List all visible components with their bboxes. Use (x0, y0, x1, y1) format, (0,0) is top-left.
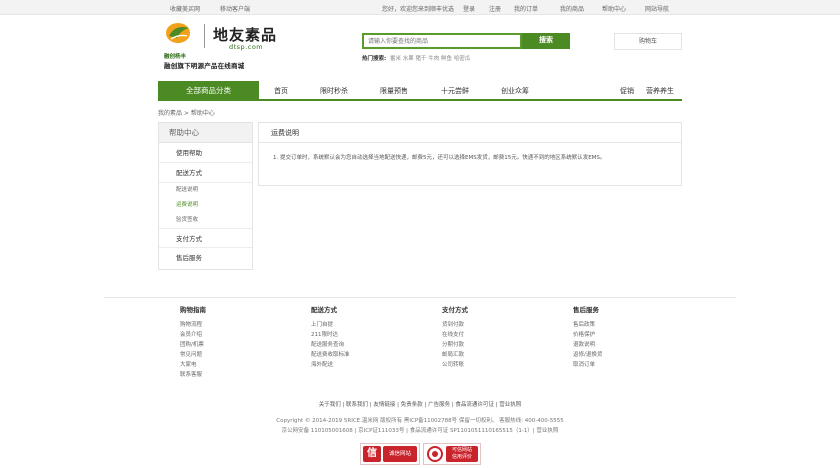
hot-search-label: 热门搜索: (362, 56, 387, 62)
credit-seal-icon: 信 (363, 446, 381, 462)
footer-link[interactable]: 返修/退换货 (573, 350, 602, 360)
login-link[interactable]: 登录 (463, 4, 475, 13)
footer-link[interactable]: 在线支付 (442, 330, 468, 340)
footer-link[interactable]: 分期付款 (442, 340, 468, 350)
sidebar-item-delivery[interactable]: 配送方式 (159, 163, 252, 183)
footer-col-after-sales: 售后服务 售后政策 价格保护 退款说明 返修/退换货 取消订单 (573, 304, 602, 370)
logo-domain: dtsp.com (229, 43, 264, 51)
footer-col-payment: 支付方式 货到付款 在线支付 分期付款 邮局汇款 公司转账 (442, 304, 468, 370)
hot-keyword[interactable]: 猪干 (415, 56, 426, 62)
nav-item-nutrition[interactable]: 营养养生 (646, 86, 674, 96)
copyright-line-2: 京公网安备 110105001608 | 京ICP证111033号 | 食品流通… (281, 428, 559, 434)
footer-link[interactable]: 团购/机票 (180, 340, 206, 350)
breadcrumb: 我的素品 > 帮助中心 (158, 110, 215, 117)
footer-col-title: 购物指南 (180, 306, 206, 314)
sidebar-subitem-delivery-info[interactable]: 配送说明 (159, 183, 252, 198)
nav-item-ten-yuan[interactable]: 十元尝鲜 (441, 86, 469, 96)
site-nav-link[interactable]: 网站导航 (645, 4, 669, 13)
badge-label-line: 可信网站 (451, 447, 472, 453)
hot-keyword[interactable]: 番米 (390, 56, 401, 62)
footer-col-title: 售后服务 (573, 306, 599, 314)
search-box (362, 33, 522, 49)
search-input[interactable] (364, 35, 520, 47)
nav-item-flash-sale[interactable]: 限时秒杀 (320, 86, 348, 96)
top-bar: 收藏美买网 移动客户端 您好，欢迎您来到顺丰优选 登录 注册 我的订单 我的商品… (0, 0, 840, 15)
footer-links[interactable]: 关于我们 | 联系我们 | 友情链接 | 免责条款 | 广告服务 | 食品流通许… (0, 400, 840, 408)
main-nav: 全部商品分类 首页 限时秒杀 限量预售 十元尝鲜 创业众筹 促销 营养养生 (158, 81, 682, 101)
cart-button[interactable]: 购物车 (614, 33, 682, 50)
register-link[interactable]: 注册 (489, 4, 501, 13)
footer-link[interactable]: 常见问题 (180, 350, 206, 360)
help-sidebar: 帮助中心 使用帮助 配送方式 配送说明 运费说明 验货签收 支付方式 售后服务 (158, 122, 253, 270)
footer-link[interactable]: 配送服务查询 (311, 340, 350, 350)
hot-keyword[interactable]: 水果 (403, 56, 414, 62)
logo-script: 地友素品 (213, 26, 278, 44)
footer-col-title: 支付方式 (442, 306, 468, 314)
footer-link[interactable]: 上门自提 (311, 320, 350, 330)
nav-item-promotion[interactable]: 促销 (620, 86, 634, 96)
copyright-line-1: Copyright © 2014-2019 5RICE.温米网 版权所有 黑IC… (276, 418, 564, 424)
footer-link[interactable]: 货到付款 (442, 320, 468, 330)
nav-item-crowdfunding[interactable]: 创业众筹 (501, 86, 529, 96)
footer-link[interactable]: 价格保护 (573, 330, 602, 340)
sidebar-subitem-inspection[interactable]: 验货签收 (159, 213, 252, 228)
badge-label-line: 信用评价 (451, 454, 472, 460)
sidebar-subitem-shipping-fee[interactable]: 运费说明 (159, 198, 252, 213)
trust-ring-icon (427, 446, 443, 462)
footer-divider (104, 297, 736, 298)
content-title: 运费说明 (259, 123, 681, 143)
footer-link[interactable]: 大家电 (180, 360, 206, 370)
site-logo[interactable]: 融创杨丰 融创旗下明源产品在线商城 地友素品 dtsp.com (163, 22, 303, 72)
hot-keyword[interactable]: 牛肉 (428, 56, 439, 62)
hot-keyword[interactable]: 哈密瓜 (454, 56, 471, 62)
trust-badge-credible-site[interactable]: 信 诚信网站 (360, 443, 420, 465)
nav-item-presale[interactable]: 限量预售 (380, 86, 408, 96)
my-account-link[interactable]: 我的商品 (560, 4, 584, 13)
footer-link[interactable]: 邮局汇款 (442, 350, 468, 360)
sidebar-title: 帮助中心 (159, 123, 252, 143)
welcome-text: 您好，欢迎您来到顺丰优选 (382, 6, 455, 13)
sidebar-item-payment[interactable]: 支付方式 (159, 228, 252, 248)
all-categories-button[interactable]: 全部商品分类 (158, 81, 259, 101)
footer-link[interactable]: 会员介绍 (180, 330, 206, 340)
footer-link[interactable]: 海外配送 (311, 360, 350, 370)
footer-link[interactable]: 联系客服 (180, 370, 206, 380)
content-panel: 运费说明 1. 提交订单时，系统默认会为您自动选择当地配送快递，邮费5元，还可以… (258, 122, 682, 186)
footer-link[interactable]: 公司转账 (442, 360, 468, 370)
footer-link[interactable]: 211限时达 (311, 330, 350, 340)
help-center-link[interactable]: 帮助中心 (602, 4, 626, 13)
favorite-link[interactable]: 收藏美买网 (170, 4, 200, 13)
trust-badge-trusted-site[interactable]: 可信网站 信用评价 (423, 443, 481, 465)
logo-slogan: 融创旗下明源产品在线商城 (164, 62, 245, 70)
nav-item-home[interactable]: 首页 (274, 86, 288, 96)
logo-divider (204, 24, 205, 48)
my-orders-link[interactable]: 我的订单 (514, 4, 538, 13)
logo-emblem-icon (166, 23, 190, 43)
badge-label: 诚信网站 (383, 446, 417, 462)
footer-link[interactable]: 购物流程 (180, 320, 206, 330)
footer-link[interactable]: 退款说明 (573, 340, 602, 350)
sidebar-item-usage-help[interactable]: 使用帮助 (159, 143, 252, 163)
footer-col-title: 配送方式 (311, 306, 337, 314)
footer-link[interactable]: 取消订单 (573, 360, 602, 370)
footer-link[interactable]: 配送费收取标准 (311, 350, 350, 360)
mobile-client-link[interactable]: 移动客户端 (220, 4, 250, 13)
hot-keyword[interactable]: 鲜鱼 (441, 56, 452, 62)
search-button[interactable]: 搜索 (522, 33, 570, 49)
logo-brand-sub: 融创杨丰 (164, 54, 187, 60)
badge-label: 可信网站 信用评价 (446, 446, 478, 462)
footer-col-shopping-guide: 购物指南 购物流程 会员介绍 团购/机票 常见问题 大家电 联系客服 (180, 304, 206, 380)
sidebar-item-after-sales[interactable]: 售后服务 (159, 248, 252, 268)
footer-col-delivery: 配送方式 上门自提 211限时达 配送服务查询 配送费收取标准 海外配送 (311, 304, 350, 370)
footer-link[interactable]: 售后政策 (573, 320, 602, 330)
hot-search: 热门搜索: 番米 水果 猪干 牛肉 鲜鱼 哈密瓜 (362, 54, 470, 62)
content-body: 1. 提交订单时，系统默认会为您自动选择当地配送快递，邮费5元，还可以选择EMS… (273, 155, 606, 161)
